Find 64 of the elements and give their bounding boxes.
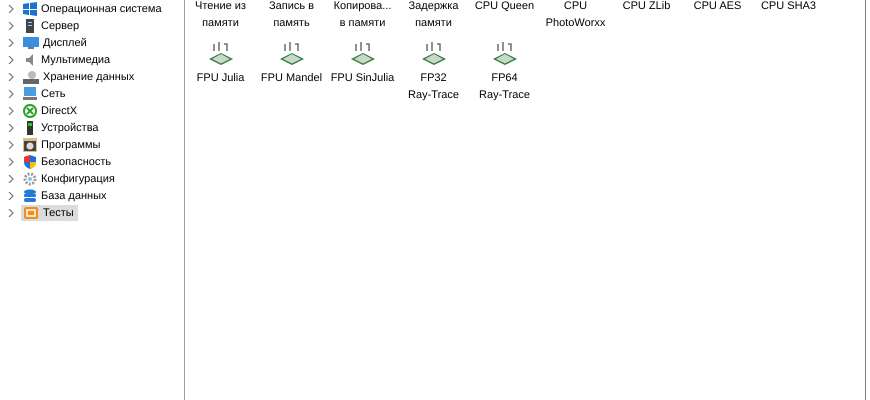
benchmark-label[interactable]: Запись в память — [269, 0, 314, 32]
chevron-icon[interactable] — [7, 174, 15, 182]
benchmark-label[interactable]: FPU Mandel — [260, 70, 322, 87]
tree-label: Программы — [41, 138, 100, 150]
chevron-icon[interactable] — [7, 22, 15, 30]
shield-icon — [23, 154, 37, 168]
tree-label: Устройства — [41, 122, 99, 134]
tree-label: Конфигурация — [41, 172, 115, 184]
network-icon — [23, 86, 37, 100]
tree-label: Сеть — [41, 88, 66, 100]
tree-label: Дисплей — [43, 36, 87, 48]
tree-item[interactable]: Операционная система — [21, 0, 166, 16]
tree-label: Тесты — [43, 206, 74, 218]
chevron-icon[interactable] — [7, 140, 15, 148]
benchmark-label[interactable]: FP32 Ray-Trace — [408, 70, 459, 104]
chevron-icon[interactable] — [7, 158, 15, 166]
chevron-icon[interactable] — [7, 192, 15, 200]
benchmark-label[interactable]: CPU PhotoWorxx — [546, 0, 606, 32]
tree-item[interactable]: Программы — [21, 136, 104, 152]
chevron-icon[interactable] — [7, 208, 15, 216]
xbox-icon — [23, 104, 37, 118]
benchmark-label[interactable]: CPU SHA3 — [760, 0, 816, 15]
tree-item[interactable]: Конфигурация — [21, 170, 119, 186]
benchmark-label[interactable]: FP64 Ray-Trace — [479, 70, 530, 104]
benchmark-label[interactable]: Чтение из памяти — [195, 0, 246, 32]
chevron-icon[interactable] — [7, 124, 15, 132]
tree-item[interactable]: Тесты — [21, 204, 78, 220]
tree-item[interactable]: Сервер — [21, 18, 84, 34]
tree-item[interactable]: Устройства — [21, 120, 103, 136]
server-icon — [23, 18, 37, 32]
chevron-icon[interactable] — [7, 90, 15, 98]
windows-icon — [23, 2, 37, 16]
benchmark-label[interactable]: CPU ZLib — [622, 0, 670, 15]
benchmark-label[interactable]: Задержка памяти — [408, 0, 458, 32]
tree-item[interactable]: База данных — [21, 188, 111, 204]
benchmark-icon — [23, 206, 39, 220]
benchmark-label[interactable]: CPU AES — [694, 0, 742, 15]
tree-label: Хранение данных — [43, 70, 134, 82]
tree-item[interactable]: DirectX — [21, 102, 82, 118]
disc-icon — [23, 138, 37, 152]
tree-label: Операционная система — [41, 2, 162, 14]
tree-label: DirectX — [41, 104, 78, 116]
tree-item[interactable]: Безопасность — [21, 154, 116, 170]
benchmark-label[interactable]: Копирова... в памяти — [334, 0, 392, 32]
tree-label: База данных — [41, 190, 107, 202]
chevron-icon[interactable] — [7, 106, 15, 114]
benchmark-label[interactable]: FPU SinJulia — [330, 70, 394, 87]
benchmark-label[interactable]: CPU Queen — [474, 0, 534, 15]
tree-label: Мультимедиа — [41, 54, 110, 66]
database-icon — [23, 188, 37, 202]
tree-item[interactable]: Мультимедиа — [21, 52, 114, 68]
chevron-icon[interactable] — [7, 56, 15, 64]
tree-item[interactable]: Хранение данных — [21, 68, 138, 84]
gear-icon — [23, 172, 37, 186]
chevron-icon[interactable] — [7, 38, 15, 46]
tree-item[interactable]: Дисплей — [21, 34, 91, 50]
chevron-icon[interactable] — [7, 4, 15, 12]
chevron-icon[interactable] — [7, 72, 15, 80]
tree-label: Безопасность — [41, 156, 112, 168]
benchmark-label[interactable]: FPU Julia — [196, 70, 244, 87]
monitor-icon — [23, 36, 39, 50]
tree-label: Сервер — [41, 20, 80, 32]
drive-icon — [23, 70, 39, 84]
tree-item[interactable]: Сеть — [21, 86, 70, 102]
